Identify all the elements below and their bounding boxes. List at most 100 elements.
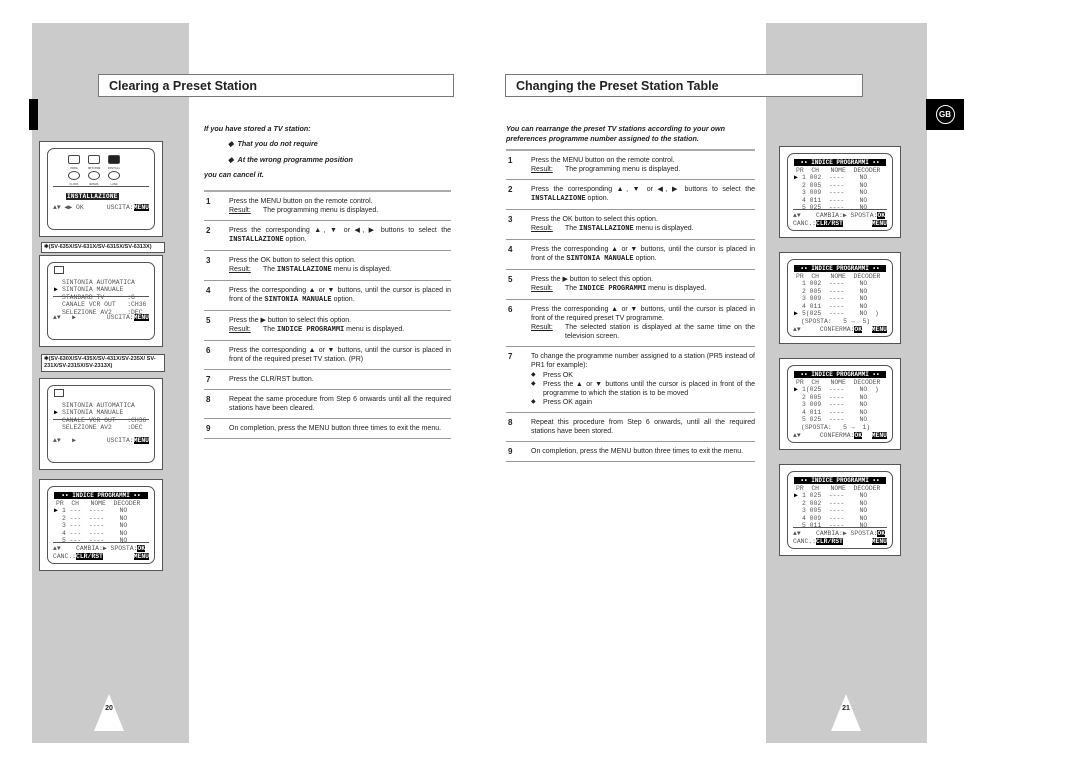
step-number: 5 [206, 316, 211, 325]
step-result: Result: The INDICE PROGRAMMI menu is disp… [229, 325, 451, 335]
cambia-label: ▲▼ CAMBIA:▶ SPOSTA:OK [793, 212, 886, 220]
osd-footer: ▲▼ ▶ USCITA:MENU [53, 418, 149, 459]
menu-option-name: INSTALLAZIONE [531, 195, 586, 203]
menu-option-name: SINTONIA MANUALE [566, 255, 634, 263]
menu-option-name: INDICE PROGRAMMI [579, 285, 647, 293]
result-label: Result: [229, 207, 251, 214]
tv-screen-index-4: •• INDICE PROGRAMMI •• PR CH NOME DECODER… [779, 464, 901, 556]
osd-programme-row: 2 005 ---- NO [802, 287, 868, 295]
sposta-readout: (SPOSTA: 5 → 1) [801, 424, 871, 432]
step-item: 6 Press the corresponding ▲ or ▼ buttons,… [506, 300, 755, 347]
step-item: 7 To change the programme number assigned… [506, 347, 755, 413]
cursor-arrow-icon: ▶ [794, 492, 798, 500]
step-number: 7 [206, 375, 211, 384]
osd-menu-row: ▶ SINTONIA MANUALE [54, 409, 124, 417]
osd-header: PR CH NOME DECODER [796, 273, 881, 280]
outro-text: you can cancel it. [204, 170, 264, 179]
ok-key: OK [854, 431, 863, 439]
tv-screen-index-3: •• INDICE PROGRAMMI •• PR CH NOME DECODER… [779, 358, 901, 450]
step-text: Press the CLR/RST button. [229, 375, 451, 384]
steps-list-left: 1 Press the MENU button on the remote con… [204, 190, 451, 439]
step-text: Press the OK button to select this optio… [229, 256, 451, 275]
step-number: 7 [508, 352, 513, 361]
step-text: Press the OK button to select this optio… [531, 215, 755, 234]
step-instruction: Press the OK button to select this optio… [531, 216, 658, 223]
step-instruction: Press the MENU button on the remote cont… [531, 157, 675, 164]
ok-key: OK [877, 212, 886, 220]
ok-key: OK [854, 325, 863, 333]
step-instruction: To change the programme number assigned … [531, 353, 755, 369]
step-number: 8 [206, 395, 211, 404]
step-text: To change the programme number assigned … [531, 352, 755, 407]
step-number: 6 [206, 346, 211, 355]
osd-programme-row: ▶ 1(025 ---- NO ) [794, 386, 879, 394]
osd-programme-row: 4 011 ---- NO [802, 302, 868, 310]
ok-key: OK [877, 530, 886, 538]
ok-key: OK [137, 545, 146, 553]
step-item: 5 Press the ▶ button to select this optio… [506, 270, 755, 300]
cambia-label: ▲▼ CAMBIA:▶ SPOSTA:OK [793, 530, 886, 538]
osd-title: •• INDICE PROGRAMMI •• [794, 371, 886, 378]
step-item: 2 Press the corresponding ▲, ▼ or ◀, ▶ bu… [204, 221, 451, 251]
step-item: 4 Press the corresponding ▲ or ▼ buttons,… [204, 281, 451, 311]
install-menu-icon [48, 386, 154, 402]
osd-index: •• INDICE PROGRAMMI •• PR CH NOME DECODER… [787, 153, 893, 231]
result-label: Result: [531, 324, 553, 331]
step-text: Press the corresponding ▲, ▼ or ◀, ▶ but… [531, 185, 755, 204]
step-instruction: On completion, press the MENU button thr… [531, 448, 744, 455]
step-number: 4 [206, 286, 211, 295]
cursor-arrow-icon: ▶ [54, 286, 58, 294]
osd-footer: ▲▼ CAMBIA:▶ SPOSTA:OK CANC.:CLR/RST MENU [793, 209, 887, 227]
prog-icon: PROG [66, 155, 82, 170]
step-number: 9 [206, 424, 211, 433]
steps-list-right: 1 Press the MENU button on the remote con… [506, 149, 755, 462]
intro-bullet: ◆ At the wrong programme position [228, 155, 353, 164]
step-text: Press the MENU button on the remote cont… [229, 197, 451, 215]
clr-rst-key: CLR/RST [816, 219, 843, 227]
osd-header: PR CH NOME DECODER [56, 500, 141, 507]
language-badge: GB [926, 99, 964, 130]
clr-rst-key: CLR/RST [76, 552, 103, 560]
step-text: Repeat the same procedure from Step 6 on… [229, 395, 451, 413]
canc-label: CANC.:CLR/RST [53, 552, 103, 560]
tv-screen-main-menu: PROG OPTIONS INSTALL CLOCK BONUS LANG INSTAL… [39, 141, 163, 237]
osd-index: •• INDICE PROGRAMMI •• PR CH NOME DECODER… [787, 365, 893, 443]
osd-menu-row: ▶ SINTONIA MANUALE [54, 286, 124, 294]
osd-programme-row: 3 --- ---- NO [62, 522, 128, 530]
step-bullets: Press OKPress the ▲ or ▼ buttons until t… [531, 371, 755, 407]
osd-programme-row: 3 009 ---- NO [802, 401, 868, 409]
step-text: Press the corresponding ▲ or ▼ buttons, … [531, 305, 755, 341]
osd-title: •• INDICE PROGRAMMI •• [54, 492, 148, 499]
result-label: Result: [531, 166, 553, 173]
osd-programme-row: 1 002 ---- NO [802, 280, 868, 288]
osd-programme-row: ▶ 1 025 ---- NO [794, 492, 868, 500]
osd-programme-row: 4 011 ---- NO [802, 408, 868, 416]
osd-install-b: SINTONIA AUTOMATICA ▶ SINTONIA MANUALE CANA… [47, 385, 155, 463]
step-text: Press the corresponding ▲ or ▼ buttons, … [531, 245, 755, 264]
conferma-label: ▲▼ CONFERMA:OK [793, 325, 863, 333]
step-text: On completion, press the MENU button thr… [229, 424, 451, 433]
osd-footer: (SPOSTA: 5 → 5) ▲▼ CONFERMA:OK MENU [793, 316, 887, 333]
osd-footer-row: ▲▼ CONFERMA:OK MENU [793, 325, 887, 333]
osd-footer-row: CANC.:CLR/RST MENU [793, 537, 887, 545]
step-bullet: Press OK again [531, 398, 755, 407]
osd-programme-row: ▶ 1 --- ---- NO [54, 507, 128, 515]
menu-icons: PROG OPTIONS INSTALL CLOCK BONUS LANG [66, 155, 126, 188]
step-item: 3 Press the OK button to select this opti… [204, 251, 451, 281]
result-text: The INDICE PROGRAMMI menu is displayed. [565, 285, 707, 293]
install-menu-icon [48, 263, 154, 279]
model-list-b: ✱(SV-630X/SV-435X/SV-431X/SV-235X/ SV-23… [41, 354, 165, 372]
step-number: 5 [508, 275, 513, 284]
osd-main-menu: PROG OPTIONS INSTALL CLOCK BONUS LANG INSTAL… [47, 148, 155, 230]
cursor-arrow-icon: ▶ [54, 409, 58, 417]
menu-option-name: SINTONIA MANUALE [264, 296, 332, 304]
step-item: 6 Press the corresponding ▲ or ▼ buttons,… [204, 341, 451, 370]
section-title-clearing: Clearing a Preset Station [98, 74, 454, 97]
osd-header: PR CH NOME DECODER [796, 485, 881, 492]
osd-header: PR CH NOME DECODER [796, 379, 881, 386]
step-number: 1 [508, 156, 513, 165]
osd-index: •• INDICE PROGRAMMI •• PR CH NOME DECODER… [787, 471, 893, 549]
osd-menu-row: SINTONIA AUTOMATICA [62, 279, 135, 286]
step-item: 9 On completion, press the MENU button th… [204, 419, 451, 439]
osd-header: PR CH NOME DECODER [796, 167, 881, 174]
